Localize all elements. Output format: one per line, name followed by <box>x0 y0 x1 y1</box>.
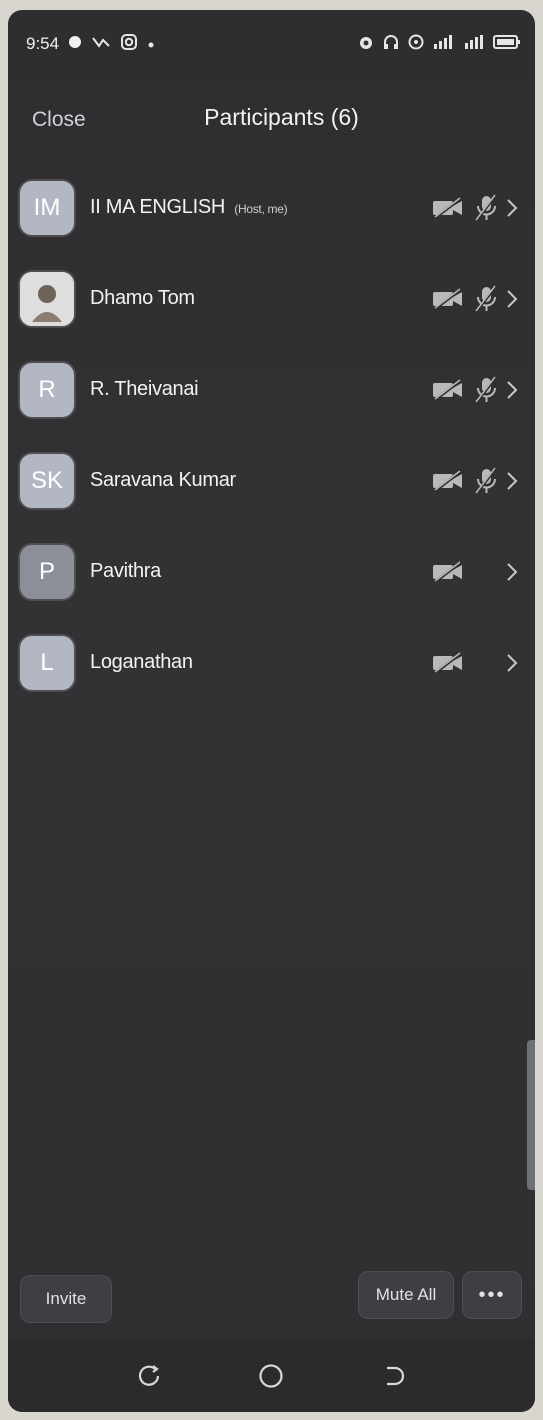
participants-header: Close Participants (6) <box>8 78 535 162</box>
mic-off-icon <box>467 193 505 223</box>
recent-apps-icon[interactable] <box>129 1356 169 1396</box>
mute-all-button[interactable]: Mute All <box>358 1271 454 1319</box>
hotspot-icon <box>408 34 424 55</box>
mic-off-icon <box>467 284 505 314</box>
chevron-right-icon <box>505 379 523 401</box>
lte-signal-icon <box>464 34 484 55</box>
headphones-icon <box>383 34 399 55</box>
battery-icon <box>493 34 521 55</box>
phone-screen: 9:54 Close Participants (6) IM II MA ENG… <box>8 10 535 1412</box>
host-tag: (Host, me) <box>234 202 288 216</box>
mic-off-icon <box>467 466 505 496</box>
participant-row[interactable]: Dhamo Tom <box>8 253 535 344</box>
notification-dot-icon <box>68 35 82 53</box>
instagram-icon <box>120 33 138 55</box>
video-off-icon <box>429 557 467 587</box>
participant-name: Pavithra <box>90 560 161 582</box>
participant-row[interactable]: SK Saravana Kumar <box>8 435 535 526</box>
participants-toolbar: Invite Mute All ••• <box>8 1265 535 1331</box>
video-off-icon <box>429 648 467 678</box>
avatar: IM <box>20 180 74 235</box>
avatar: L <box>20 635 74 690</box>
chevron-right-icon <box>505 288 523 310</box>
app-notification-icon <box>91 34 111 54</box>
avatar: P <box>20 544 74 599</box>
participant-name: R. Theivanai <box>90 378 199 400</box>
video-off-icon <box>429 284 467 314</box>
participant-name: Saravana Kumar <box>90 469 236 491</box>
system-navigation-bar <box>8 1340 535 1412</box>
chevron-right-icon <box>505 561 523 583</box>
alarm-icon <box>358 34 374 55</box>
participant-name: Loganathan <box>90 651 193 673</box>
video-off-icon <box>429 193 467 223</box>
invite-button[interactable]: Invite <box>20 1275 112 1323</box>
small-dot-icon <box>147 36 155 53</box>
participant-name: Dhamo Tom <box>90 287 195 309</box>
clock: 9:54 <box>26 34 60 53</box>
participant-name: II MA ENGLISH <box>90 196 226 218</box>
participant-row[interactable]: R R. Theivanai <box>8 344 535 435</box>
participant-row-host[interactable]: IM II MA ENGLISH (Host, me) <box>8 162 535 253</box>
mic-off-icon <box>467 375 505 405</box>
signal-icon <box>433 34 455 55</box>
chevron-right-icon <box>505 470 523 492</box>
video-off-icon <box>429 466 467 496</box>
participant-list: IM II MA ENGLISH (Host, me) Dhamo Tom R … <box>8 162 535 708</box>
video-off-icon <box>429 375 467 405</box>
page-title: Participants (6) <box>204 104 359 130</box>
more-options-button[interactable]: ••• <box>462 1271 522 1319</box>
chevron-right-icon <box>505 652 523 674</box>
home-icon[interactable] <box>251 1356 291 1396</box>
participant-row[interactable]: P Pavithra <box>8 526 535 617</box>
avatar-photo <box>20 271 74 326</box>
status-bar: 9:54 <box>8 10 535 78</box>
chevron-right-icon <box>505 197 523 219</box>
scrollbar-handle[interactable] <box>527 1040 535 1190</box>
participant-row[interactable]: L Loganathan <box>8 617 535 708</box>
avatar: SK <box>20 453 74 508</box>
avatar: R <box>20 362 74 417</box>
back-icon[interactable] <box>374 1356 414 1396</box>
